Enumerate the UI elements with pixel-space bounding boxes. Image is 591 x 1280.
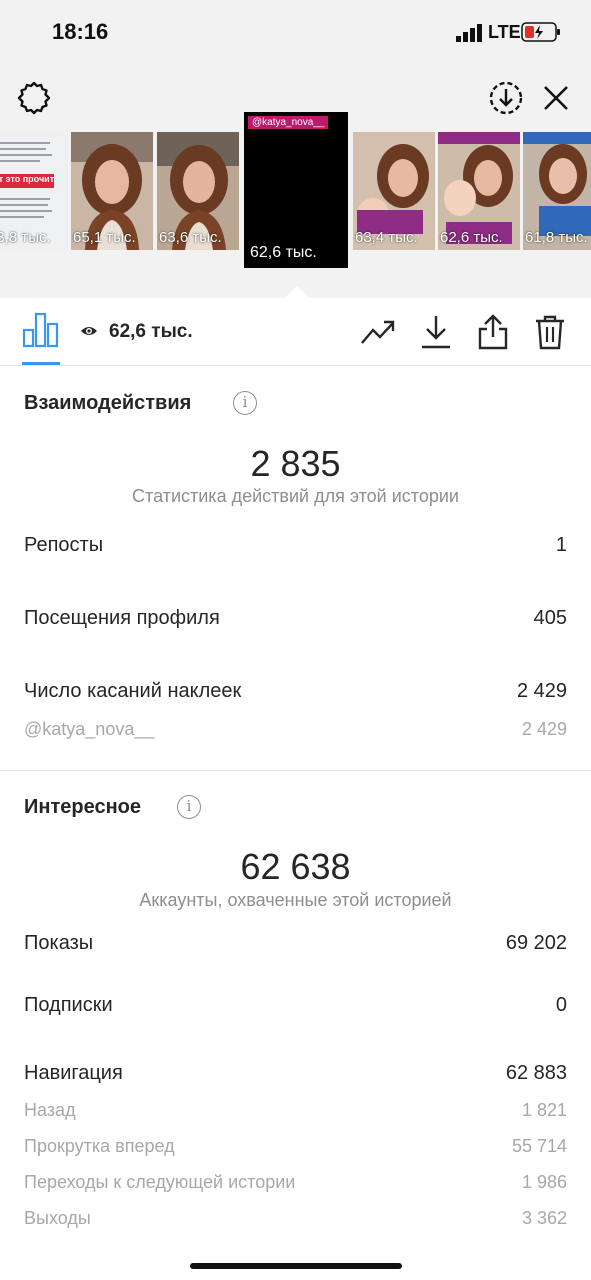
metric-value: 2 429 <box>516 680 567 702</box>
mention-sticker: @katya_nova__ <box>248 116 329 129</box>
status-bar: 18:16 LTE <box>0 0 591 62</box>
story-thumbnail[interactable]: вот это прочитайте 63,8 тыс. <box>0 132 68 250</box>
interactions-caption: Статистика действий для этой истории <box>132 486 459 506</box>
metric-value: 55 714 <box>511 1136 567 1156</box>
share-button[interactable] <box>475 314 511 350</box>
status-time: 18:16 <box>52 19 109 44</box>
gear-icon <box>17 81 51 115</box>
story-thumbnail-active[interactable]: @katya_nova__ 62,6 тыс. <box>244 112 348 268</box>
metric-value: 1 986 <box>521 1172 567 1192</box>
discovery-title: Интересное <box>24 796 141 818</box>
eye-icon <box>81 327 97 335</box>
metric-label: Показы <box>24 932 94 954</box>
metric-label: Переходы к следующей истории <box>24 1172 296 1192</box>
trending-up-icon <box>361 320 395 344</box>
views-count: 62,6 тыс. <box>109 321 193 342</box>
metric-label: Число касаний наклеек <box>24 680 242 702</box>
promote-button[interactable] <box>360 314 396 350</box>
metric-row-forward: Прокрутка вперед 55 714 <box>24 1136 567 1157</box>
discovery-total: 62 638 <box>240 846 351 887</box>
metric-value: 405 <box>533 607 567 629</box>
metric-label: Посещения профиля <box>24 607 220 629</box>
close-icon <box>544 86 568 110</box>
metric-row-navigation: Навигация 62 883 <box>24 1062 567 1085</box>
info-icon[interactable]: i <box>177 795 201 819</box>
story-thumbnail[interactable]: 62,6 тыс. <box>438 132 520 250</box>
metric-value: 62 883 <box>505 1062 567 1084</box>
metric-value: 69 202 <box>505 932 567 954</box>
info-icon[interactable]: i <box>233 391 257 415</box>
trash-icon <box>536 315 564 350</box>
story-header: вот это прочитайте 63,8 тыс. 65,1 тыс. <box>0 62 591 298</box>
story-thumbnail[interactable]: 63,4 тыс. <box>353 132 435 250</box>
story-thumbnails: вот это прочитайте 63,8 тыс. 65,1 тыс. <box>0 112 591 272</box>
download-button[interactable] <box>418 314 454 350</box>
story-views: 63,4 тыс. <box>355 229 418 246</box>
selection-pointer <box>285 286 309 298</box>
story-views: 61,8 тыс. <box>525 229 588 246</box>
share-icon <box>478 314 508 350</box>
metric-value: 1 821 <box>521 1100 567 1120</box>
metric-row-back: Назад 1 821 <box>24 1100 567 1121</box>
metric-label: Подписки <box>24 994 113 1016</box>
metric-label: Навигация <box>24 1062 123 1084</box>
network-label: LTE <box>488 22 521 42</box>
bar-chart-icon[interactable] <box>22 312 60 348</box>
signal-icon <box>456 24 482 42</box>
metric-row-reposts: Репосты 1 <box>24 534 567 557</box>
story-views: 62,6 тыс. <box>440 229 503 246</box>
metric-value: 1 <box>555 534 567 556</box>
download-icon <box>422 316 450 349</box>
metric-row-profile-visits: Посещения профиля 405 <box>24 607 567 630</box>
battery-icon <box>521 22 560 42</box>
metric-value: 3 362 <box>521 1208 567 1228</box>
story-views: 63,6 тыс. <box>159 229 222 246</box>
metric-label: Назад <box>24 1100 76 1120</box>
metric-label: Репосты <box>24 534 104 556</box>
interactions-title: Взаимодействия <box>24 392 192 414</box>
story-thumbnail[interactable]: 61,8 тыс. <box>523 132 591 250</box>
metric-row-impressions: Показы 69 202 <box>24 932 567 955</box>
home-indicator[interactable] <box>190 1263 402 1269</box>
metric-row-follows: Подписки 0 <box>24 994 567 1017</box>
section-divider <box>0 770 591 771</box>
story-views: 63,8 тыс. <box>0 229 51 246</box>
active-tab-indicator <box>22 362 60 365</box>
story-banner: вот это прочитайте <box>0 174 54 188</box>
story-views: 62,6 тыс. <box>250 244 317 261</box>
metric-label: @katya_nova__ <box>24 719 155 739</box>
story-views: 65,1 тыс. <box>73 229 136 246</box>
story-thumbnail[interactable]: 63,6 тыс. <box>157 132 239 250</box>
metric-label: Прокрутка вперед <box>24 1136 175 1156</box>
metric-row-next-story: Переходы к следующей истории 1 986 <box>24 1172 567 1193</box>
metric-value: 0 <box>555 994 567 1016</box>
metric-value: 2 429 <box>521 719 567 739</box>
interactions-total: 2 835 <box>250 443 341 484</box>
metric-row-mention-sticker[interactable]: @katya_nova__ 2 429 <box>24 719 567 740</box>
story-thumbnail[interactable]: 65,1 тыс. <box>71 132 153 250</box>
metric-label: Выходы <box>24 1208 91 1228</box>
metric-row-sticker-taps: Число касаний наклеек 2 429 <box>24 680 567 703</box>
delete-button[interactable] <box>532 314 568 350</box>
download-circle-icon <box>489 81 523 115</box>
insights-toolbar: 62,6 тыс. <box>0 298 591 366</box>
discovery-caption: Аккаунты, охваченные этой историей <box>139 890 452 910</box>
metric-row-exits: Выходы 3 362 <box>24 1208 567 1229</box>
